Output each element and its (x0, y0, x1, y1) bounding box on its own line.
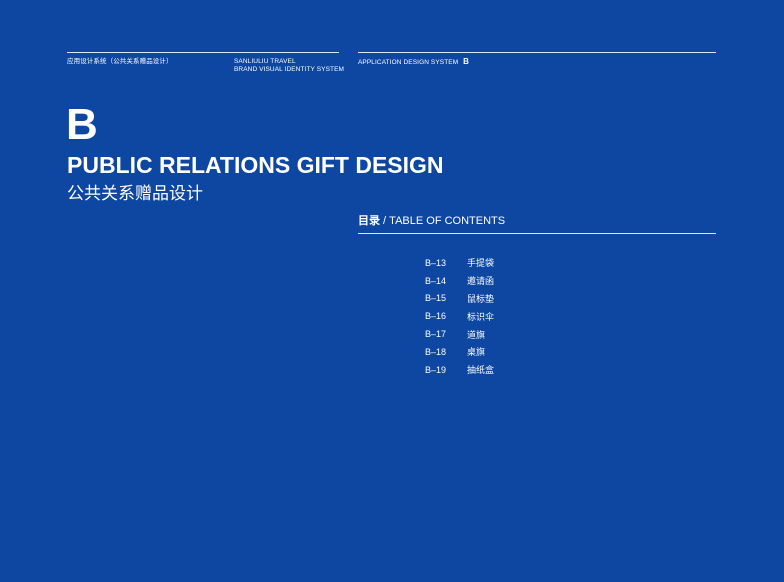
section-title-en: PUBLIC RELATIONS GIFT DESIGN (67, 152, 444, 178)
header-middle-line2: BRAND VISUAL IDENTITY SYSTEM (234, 66, 345, 73)
toc-heading-en: TABLE OF CONTENTS (389, 215, 506, 227)
toc-item-label: 手提袋 (467, 258, 495, 269)
header-right-text: APPLICATION DESIGN SYSTEM B (358, 58, 469, 67)
toc-item-code: B–19 (425, 364, 447, 375)
toc-item[interactable]: B–18 桌旗 (425, 343, 494, 361)
toc-item[interactable]: B–16 标识伞 (425, 307, 494, 325)
toc-item-code: B–15 (425, 293, 447, 304)
toc-item[interactable]: B–19 抽纸盒 (425, 361, 494, 379)
toc-heading: 目录 / TABLE OF CONTENTS (358, 214, 505, 228)
toc-heading-cn: 目录 (358, 215, 380, 227)
header-right-letter: B (463, 57, 470, 66)
toc-item[interactable]: B–13 手提袋 (425, 254, 494, 272)
toc-item[interactable]: B–17 道旗 (425, 325, 494, 343)
section-title-cn: 公共关系赠品设计 (67, 184, 203, 203)
toc-rule (358, 233, 716, 234)
header-rule-left (67, 52, 339, 53)
page: { "header": { "left_cn": "应用设计系统（公共关系赠品设… (0, 0, 784, 582)
toc-item-label: 抽纸盒 (467, 365, 495, 376)
toc-heading-sep: / (380, 215, 390, 227)
toc-item-label: 桌旗 (467, 347, 486, 358)
toc-item-code: B–13 (425, 257, 447, 268)
header-right-label: APPLICATION DESIGN SYSTEM (358, 59, 459, 66)
toc-list: B–13 手提袋 B–14 邀请函 B–15 鼠标垫 B–16 标识伞 B–17… (425, 254, 494, 379)
header-middle-text: SANLIULIU TRAVEL BRAND VISUAL IDENTITY S… (234, 58, 344, 74)
toc-item-label: 标识伞 (467, 311, 495, 322)
toc-item-code: B–18 (425, 346, 447, 357)
toc-item[interactable]: B–14 邀请函 (425, 272, 494, 290)
toc-item-code: B–16 (425, 311, 447, 322)
header-middle-line1: SANLIULIU TRAVEL (234, 58, 296, 65)
header-rule-right (358, 52, 716, 53)
toc-item-label: 道旗 (467, 329, 486, 340)
toc-item-label: 邀请函 (467, 276, 495, 287)
toc-item-label: 鼠标垫 (467, 293, 495, 304)
header-left-text: 应用设计系统（公共关系赠品设计） (67, 58, 173, 65)
toc-item[interactable]: B–15 鼠标垫 (425, 290, 494, 308)
section-letter: B (66, 100, 98, 149)
toc-item-code: B–17 (425, 329, 447, 340)
toc-item-code: B–14 (425, 275, 447, 286)
